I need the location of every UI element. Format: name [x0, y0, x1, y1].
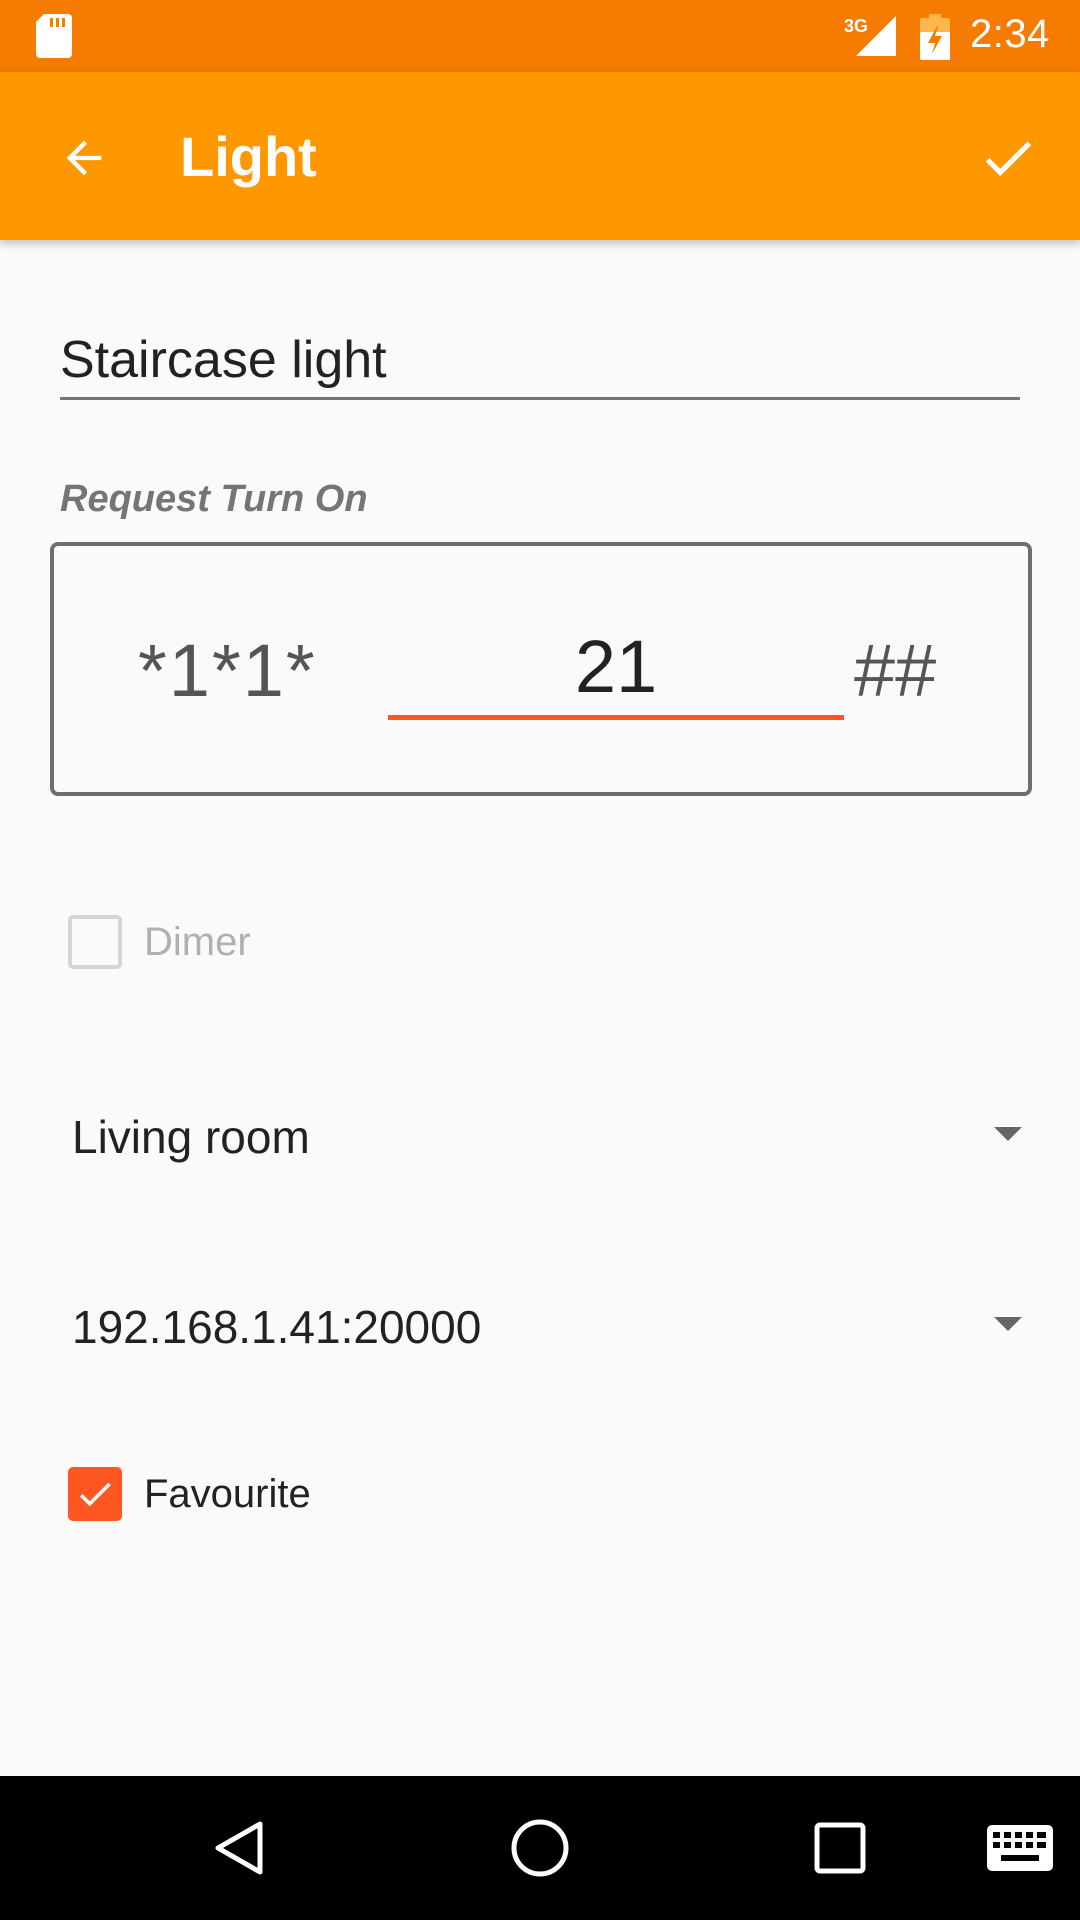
dropdown-arrow-icon [994, 1127, 1022, 1141]
server-dropdown[interactable]: 192.168.1.41:20000 [60, 1278, 1026, 1374]
page-title: Light [180, 125, 317, 188]
nav-home-button[interactable] [490, 1798, 590, 1898]
svg-text:3G: 3G [844, 16, 868, 36]
status-clock: 2:34 [970, 12, 1050, 56]
battery-charging-icon [920, 14, 950, 60]
back-button[interactable] [40, 114, 128, 202]
favourite-checkbox[interactable] [68, 1467, 122, 1521]
request-turn-on-label: Request Turn On [60, 478, 368, 520]
room-dropdown[interactable]: Living room [60, 1088, 1026, 1184]
server-dropdown-value: 192.168.1.41:20000 [72, 1301, 482, 1353]
checkmark-icon [79, 1482, 111, 1507]
dimer-checkbox-row[interactable]: Dimer [68, 914, 251, 970]
sd-card-icon [36, 14, 72, 58]
room-dropdown-value: Living room [72, 1111, 310, 1163]
nav-recents-icon [814, 1822, 866, 1874]
dimer-label: Dimer [144, 919, 251, 964]
keyboard-button[interactable] [968, 1798, 1072, 1898]
request-code-box: *1*1* ## [50, 542, 1032, 796]
navigation-bar [0, 1776, 1080, 1920]
code-prefix: *1*1* [138, 629, 317, 712]
nav-home-icon [511, 1819, 569, 1877]
light-name-input[interactable] [60, 322, 1020, 400]
code-value-input[interactable] [388, 618, 844, 720]
favourite-checkbox-row[interactable]: Favourite [68, 1466, 311, 1522]
app-bar: Light [0, 72, 1080, 240]
favourite-label: Favourite [144, 1471, 311, 1516]
nav-recents-button[interactable] [790, 1798, 890, 1898]
code-suffix: ## [854, 629, 937, 712]
arrow-back-icon [66, 140, 102, 176]
status-bar: 3G 2:34 [0, 0, 1080, 72]
dimer-checkbox[interactable] [68, 915, 122, 969]
signal-3g-icon: 3G [844, 16, 896, 56]
dropdown-arrow-icon [994, 1317, 1022, 1331]
check-icon [985, 141, 1032, 177]
nav-back-icon [215, 1821, 263, 1875]
confirm-button[interactable] [960, 114, 1056, 202]
nav-back-button[interactable] [190, 1798, 290, 1898]
keyboard-icon [987, 1825, 1053, 1871]
